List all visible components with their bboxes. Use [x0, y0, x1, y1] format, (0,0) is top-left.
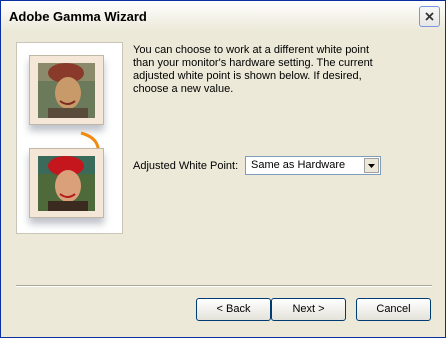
- instruction-text: You can choose to work at a different wh…: [133, 44, 373, 95]
- title-bar[interactable]: Adobe Gamma Wizard: [1, 1, 445, 31]
- close-icon: [425, 12, 434, 21]
- monitor-after: [29, 148, 104, 218]
- portrait-after-image: [38, 156, 95, 211]
- close-button[interactable]: [419, 6, 440, 27]
- next-button[interactable]: Next >: [271, 298, 346, 321]
- portrait-before-image: [38, 63, 95, 118]
- white-point-label: Adjusted White Point:: [133, 160, 239, 172]
- window-title: Adobe Gamma Wizard: [9, 9, 147, 24]
- dialog-window: Adobe Gamma Wizard You can choose to wor…: [0, 0, 446, 338]
- back-button[interactable]: < Back: [196, 298, 271, 321]
- chevron-down-icon: [368, 164, 375, 168]
- separator-line: [16, 285, 432, 287]
- cancel-button[interactable]: Cancel: [356, 298, 431, 321]
- dropdown-button[interactable]: [364, 158, 379, 173]
- white-point-select[interactable]: Same as Hardware: [245, 156, 381, 175]
- preview-image-panel: [16, 42, 123, 234]
- monitor-before: [29, 55, 104, 125]
- white-point-selected-value: Same as Hardware: [248, 158, 362, 173]
